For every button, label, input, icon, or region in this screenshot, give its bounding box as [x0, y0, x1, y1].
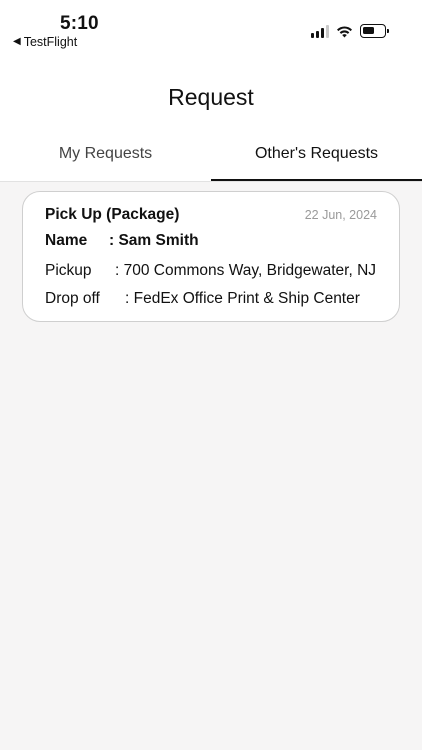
tabs-divider	[0, 181, 422, 182]
status-icons	[311, 24, 389, 38]
wifi-icon	[337, 25, 352, 37]
back-app-label: TestFlight	[23, 35, 78, 49]
tab-others-requests[interactable]: Other's Requests	[211, 140, 422, 182]
name-label: Name	[45, 232, 88, 249]
pickup-value: : 700 Commons Way, Bridgewater, NJ	[115, 262, 377, 279]
page-title: Request	[168, 84, 254, 110]
status-time: 5:10	[60, 13, 99, 34]
dropoff-value: : FedEx Office Print & Ship Center	[125, 290, 360, 307]
back-to-app-link[interactable]: ◀ TestFlight	[13, 35, 77, 49]
battery-icon	[360, 24, 389, 38]
name-row: Name : Sam Smith	[45, 232, 199, 250]
pickup-row: Pickup : 700 Commons Way, Bridgewater, NJ	[45, 262, 376, 280]
pickup-label: Pickup	[45, 262, 92, 279]
tab-my-requests[interactable]: My Requests	[0, 140, 211, 182]
request-card[interactable]: Pick Up (Package) 22 Jun, 2024 Name : Sam…	[22, 191, 400, 322]
signal-icon	[311, 24, 329, 38]
top-area: 5:10 ◀ TestFlight Request My Requests Ot…	[0, 0, 422, 182]
tab-bar: My Requests Other's Requests	[0, 140, 422, 182]
back-triangle-icon: ◀	[13, 36, 21, 47]
name-value: : Sam Smith	[109, 232, 199, 249]
request-date: 22 Jun, 2024	[304, 208, 377, 222]
dropoff-label: Drop off	[45, 290, 100, 307]
dropoff-row: Drop off : FedEx Office Print & Ship Cent…	[45, 290, 360, 308]
request-type: Pick Up (Package)	[45, 206, 180, 223]
